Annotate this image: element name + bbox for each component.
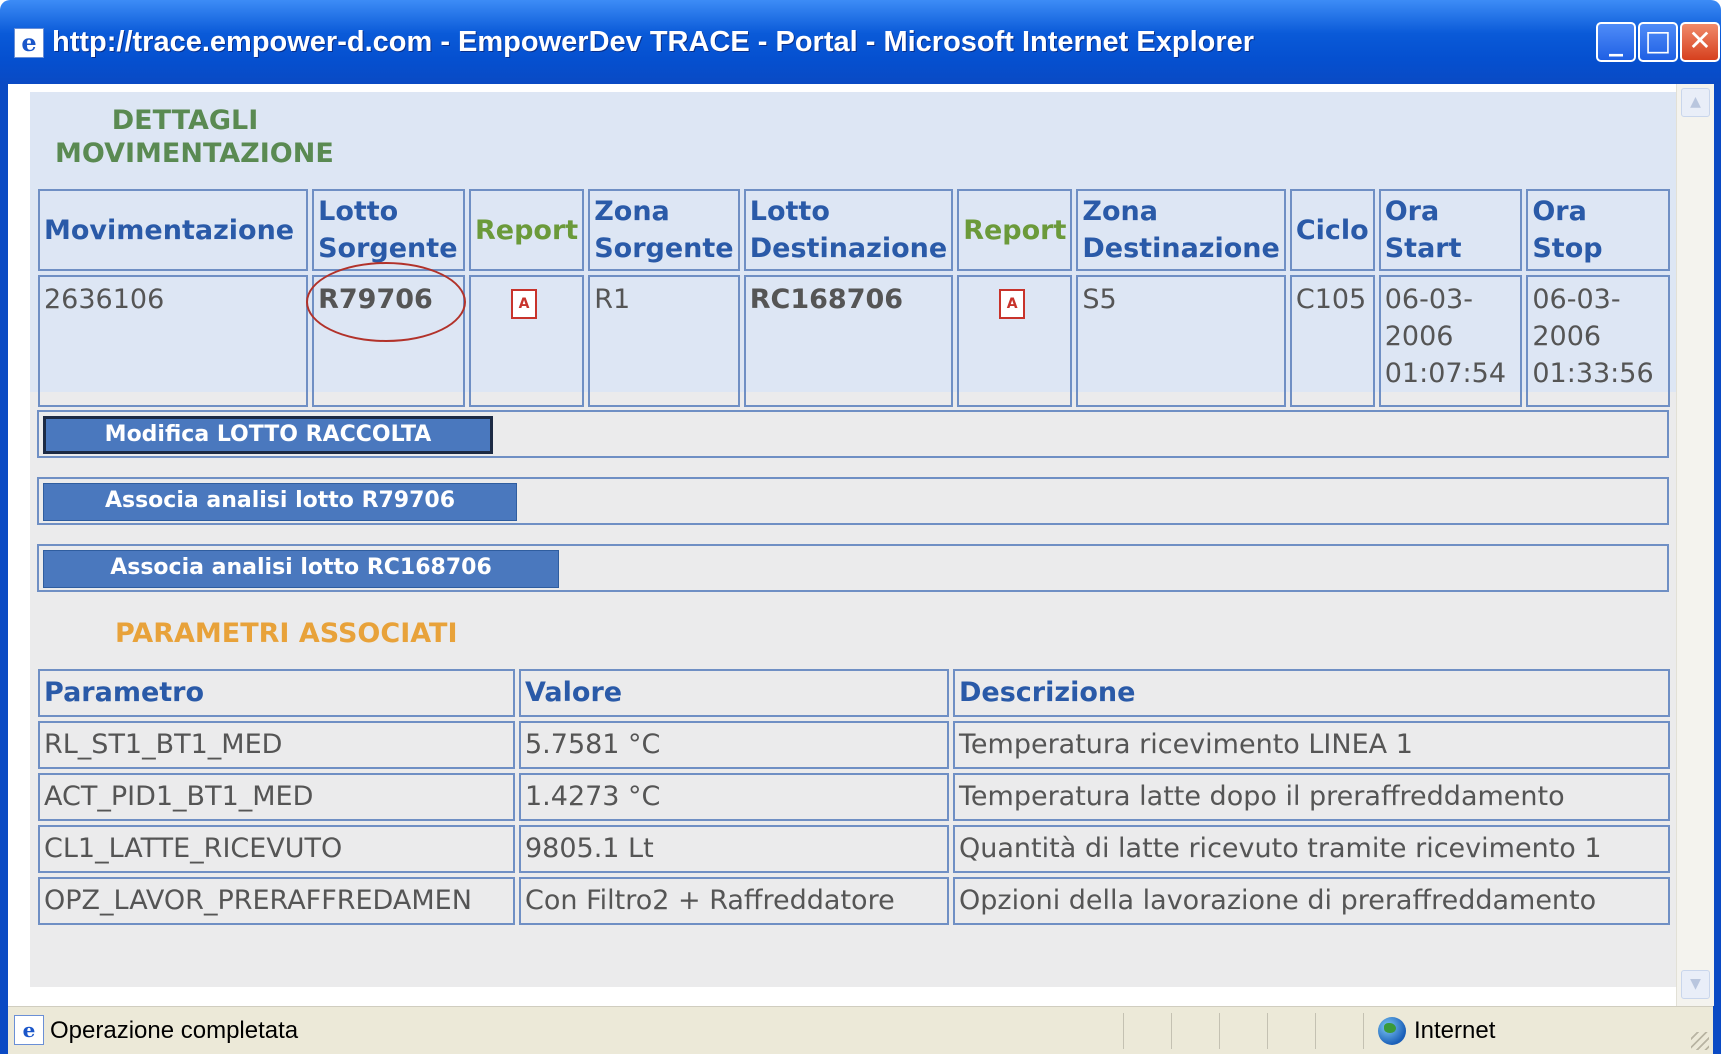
cell-zona-destinazione: S5	[1076, 275, 1286, 407]
scroll-up-icon[interactable]: ▲	[1681, 88, 1710, 117]
button-row-associa-destinazione: Associa analisi lotto RC168706	[37, 544, 1669, 592]
cell-descrizione: Quantità di latte ricevuto tramite ricev…	[953, 825, 1670, 873]
col-report-sorgente: Report	[469, 189, 585, 271]
cell-valore: 1.4273 °C	[519, 773, 949, 821]
cell-parametro: CL1_LATTE_RICEVUTO	[38, 825, 515, 873]
table-row: RL_ST1_BT1_MED 5.7581 °C Temperatura ric…	[38, 721, 1670, 769]
cell-parametro: RL_ST1_BT1_MED	[38, 721, 515, 769]
window-titlebar[interactable]: e http://trace.empower-d.com - EmpowerDe…	[0, 0, 1721, 84]
status-divider	[1363, 1013, 1364, 1049]
pdf-report-icon[interactable]: A	[999, 289, 1026, 319]
cell-descrizione: Opzioni della lavorazione di preraffredd…	[953, 877, 1670, 925]
col-ciclo: Ciclo	[1289, 189, 1375, 271]
cell-descrizione: Temperatura latte dopo il preraffreddame…	[953, 773, 1670, 821]
button-row-modifica: Modifica LOTTO RACCOLTA	[37, 410, 1669, 458]
minimize-button[interactable]: _	[1596, 22, 1636, 62]
cell-ora-start: 06-03-2006 01:07:54	[1378, 275, 1523, 407]
parametri-table: Parametro Valore Descrizione RL_ST1_BT1_…	[34, 665, 1674, 929]
table-header-row: Movimentazione Lotto Sorgente Report Zon…	[38, 189, 1670, 271]
modifica-lotto-raccolta-button[interactable]: Modifica LOTTO RACCOLTA	[43, 416, 493, 454]
status-divider	[1123, 1013, 1124, 1049]
cell-valore: Con Filtro2 + Raffreddatore	[519, 877, 949, 925]
associa-analisi-sorgente-button[interactable]: Associa analisi lotto R79706	[43, 483, 517, 521]
cell-ciclo: C105	[1289, 275, 1375, 407]
maximize-button[interactable]: □	[1638, 22, 1678, 62]
annotation-circle	[306, 262, 466, 342]
cell-report-destinazione: A	[957, 275, 1073, 407]
table-row: 2636106 R79706 A R1 RC168706 A S5 C105 0…	[38, 275, 1670, 407]
cell-valore: 5.7581 °C	[519, 721, 949, 769]
col-descrizione: Descrizione	[953, 669, 1670, 717]
cell-report-sorgente: A	[469, 275, 585, 407]
scroll-down-icon[interactable]: ▼	[1681, 970, 1710, 999]
window-title: http://trace.empower-d.com - EmpowerDev …	[52, 26, 1255, 58]
pdf-report-icon[interactable]: A	[511, 289, 537, 319]
button-row-associa-sorgente: Associa analisi lotto R79706	[37, 477, 1669, 525]
associa-analisi-destinazione-button[interactable]: Associa analisi lotto RC168706	[43, 550, 559, 588]
col-zona-sorgente: Zona Sorgente	[588, 189, 740, 271]
col-parametro: Parametro	[38, 669, 515, 717]
col-report-destinazione: Report	[957, 189, 1073, 271]
col-zona-destinazione: Zona Destinazione	[1076, 189, 1286, 271]
col-lotto-destinazione: Lotto Destinazione	[743, 189, 954, 271]
dettagli-movimentazione-heading: DETTAGLI MOVIMENTAZIONE	[55, 105, 334, 169]
cell-zona-sorgente: R1	[588, 275, 740, 407]
ie-page-icon: e	[14, 28, 44, 58]
status-text: Operazione completata	[50, 1017, 299, 1044]
table-header-row: Parametro Valore Descrizione	[38, 669, 1670, 717]
cell-parametro: ACT_PID1_BT1_MED	[38, 773, 515, 821]
cell-descrizione: Temperatura ricevimento LINEA 1	[953, 721, 1670, 769]
col-ora-start: Ora Start	[1378, 189, 1523, 271]
parametri-associati-heading: PARAMETRI ASSOCIATI	[115, 618, 458, 649]
vertical-scrollbar[interactable]: ▲ ▼	[1676, 84, 1714, 1006]
status-divider	[1219, 1013, 1220, 1049]
cell-parametro: OPZ_LAVOR_PRERAFFREDAMEN	[38, 877, 515, 925]
status-divider	[1267, 1013, 1268, 1049]
table-row: OPZ_LAVOR_PRERAFFREDAMEN Con Filtro2 + R…	[38, 877, 1670, 925]
cell-ora-stop: 06-03-2006 01:33:56	[1526, 275, 1670, 407]
cell-lotto-destinazione[interactable]: RC168706	[743, 275, 954, 407]
ie-page-icon: e	[14, 1015, 44, 1045]
col-ora-stop: Ora Stop	[1526, 189, 1670, 271]
status-divider	[1171, 1013, 1172, 1049]
cell-movimentazione: 2636106	[38, 275, 309, 407]
col-lotto-sorgente: Lotto Sorgente	[312, 189, 465, 271]
resize-grip-icon[interactable]	[1691, 1032, 1709, 1050]
col-movimentazione: Movimentazione	[38, 189, 309, 271]
status-divider	[1315, 1013, 1316, 1049]
close-button[interactable]: ✕	[1680, 22, 1720, 62]
internet-zone-icon	[1378, 1017, 1406, 1045]
cell-valore: 9805.1 Lt	[519, 825, 949, 873]
table-row: ACT_PID1_BT1_MED 1.4273 °C Temperatura l…	[38, 773, 1670, 821]
movimentazione-table: Movimentazione Lotto Sorgente Report Zon…	[34, 185, 1674, 411]
status-bar: e Operazione completata Internet	[8, 1006, 1713, 1054]
col-valore: Valore	[519, 669, 949, 717]
security-zone-text: Internet	[1414, 1017, 1496, 1044]
table-row: CL1_LATTE_RICEVUTO 9805.1 Lt Quantità di…	[38, 825, 1670, 873]
